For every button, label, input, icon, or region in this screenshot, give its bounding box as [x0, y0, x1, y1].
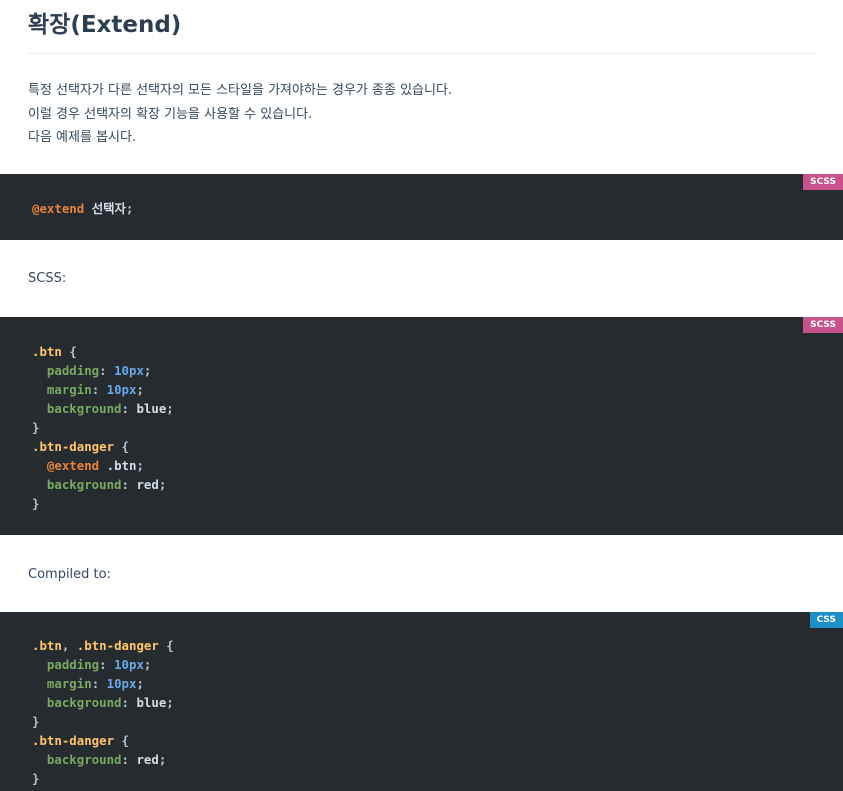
code-line: margin: 10px; [46, 676, 144, 691]
code-content: .btn { padding: 10px; margin: 10px; back… [32, 342, 174, 513]
language-badge: css [809, 612, 843, 628]
code-line: .btn-danger { [32, 733, 129, 748]
code-block-syntax: scss @extend 선택자; [0, 174, 843, 240]
language-badge: scss [803, 174, 843, 190]
code-line: background: blue; [46, 695, 174, 710]
code-line: background: red; [46, 752, 167, 767]
code-line: } [32, 420, 40, 435]
code-line: .btn-danger { [32, 439, 129, 454]
intro-line-3: 다음 예제를 봅시다. [28, 130, 137, 145]
code-line: padding: 10px; [46, 657, 152, 672]
code-line: background: red; [46, 477, 167, 492]
intro-line-1: 특정 선택자가 다른 선택자의 모든 스타일을 가져야하는 경우가 종종 있습니… [28, 83, 453, 98]
intro-paragraph: 특정 선택자가 다른 선택자의 모든 스타일을 가져야하는 경우가 종종 있습니… [28, 79, 452, 150]
code-block-scss: scss .btn { padding: 10px; margin: 10px;… [0, 317, 843, 535]
title-divider [28, 53, 816, 54]
code-line: margin: 10px; [46, 382, 144, 397]
code-block-css: css .btn, .btn-danger { padding: 10px; m… [0, 612, 843, 791]
code-line: padding: 10px; [46, 363, 152, 378]
code-content: .btn, .btn-danger { padding: 10px; margi… [32, 636, 174, 788]
intro-line-2: 이럴 경우 선택자의 확장 기능을 사용할 수 있습니다. [28, 106, 313, 122]
code-line: @extend .btn; [46, 458, 144, 473]
code-content: @extend 선택자; [32, 199, 133, 218]
language-badge: scss [803, 317, 843, 333]
code-line: } [32, 771, 40, 786]
code-line: @extend 선택자; [32, 201, 134, 216]
scss-label: SCSS: [28, 271, 67, 286]
compiled-label: Compiled to: [28, 567, 111, 582]
page-title: 확장(Extend) [28, 12, 182, 38]
code-line: background: blue; [46, 401, 174, 416]
code-line: } [32, 714, 40, 729]
code-line: .btn, .btn-danger { [32, 638, 174, 653]
code-line: } [32, 496, 40, 511]
code-line: .btn { [32, 344, 77, 359]
